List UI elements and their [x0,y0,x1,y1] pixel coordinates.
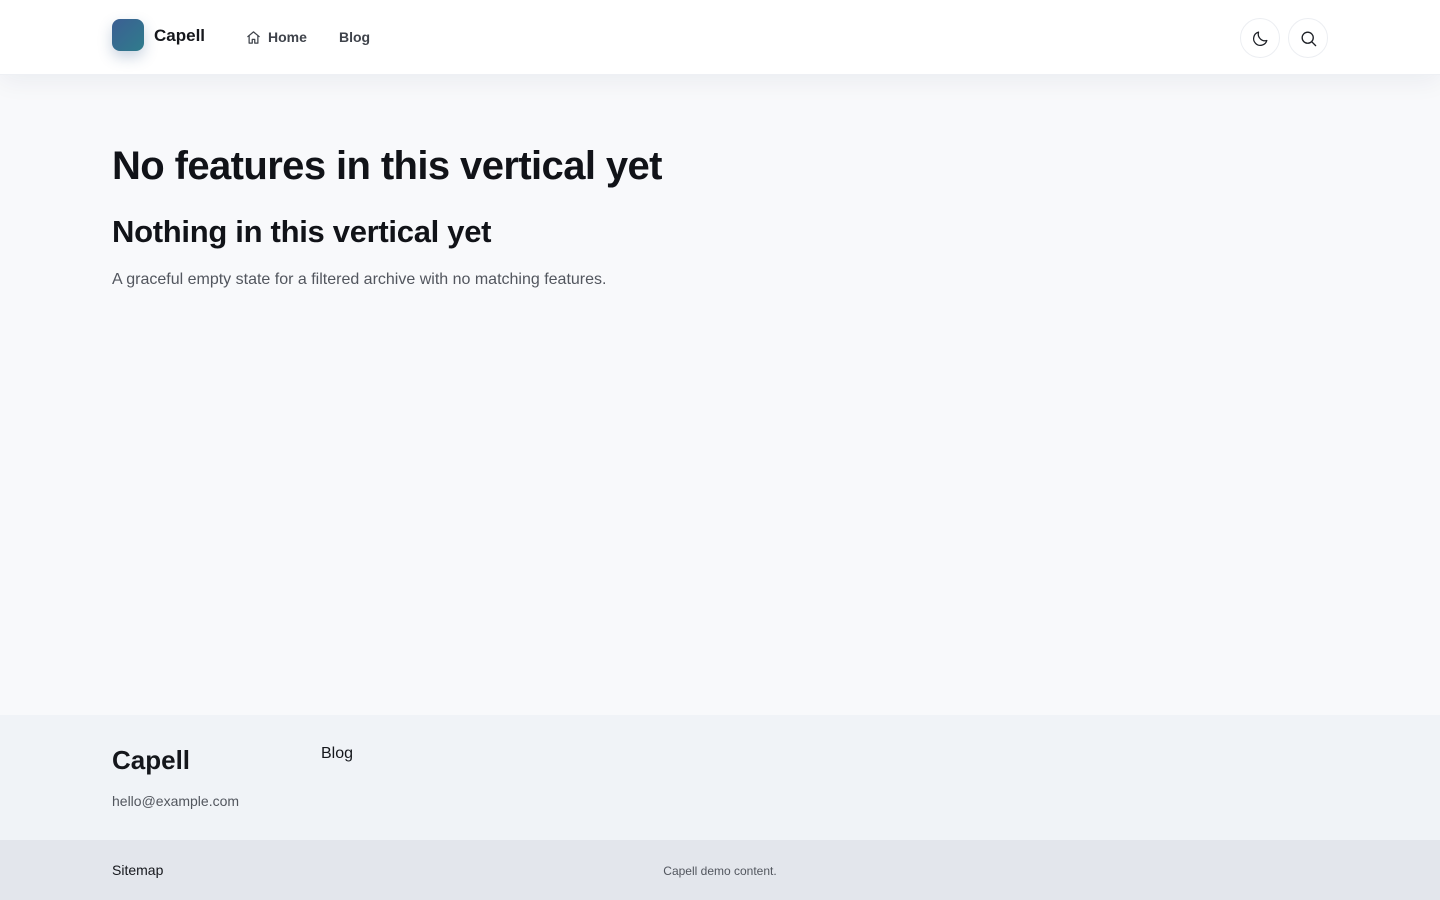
empty-state-description: A graceful empty state for a filtered ar… [112,271,607,288]
footer-email[interactable]: hello@example.com [112,792,239,810]
search-button[interactable] [1288,18,1328,58]
search-icon [1300,30,1316,46]
nav-blog-link[interactable]: Blog [339,28,370,46]
footer-brand: Capell [112,745,191,775]
nav-home-label: Home [268,29,307,45]
nav-home-link[interactable]: Home [246,28,307,46]
footer-bottom-bar: Sitemap Capell demo content. [0,840,1440,900]
brand-name[interactable]: Capell [154,26,205,46]
moon-icon [1252,31,1267,46]
theme-toggle-button[interactable] [1240,18,1280,58]
empty-state-heading: Nothing in this vertical yet [112,214,492,249]
page-title: No features in this vertical yet [112,144,662,188]
copyright-text: Capell demo content. [663,864,777,878]
site-header: Capell Home Blog [0,0,1440,75]
footer-blog-link[interactable]: Blog [321,744,353,764]
home-icon [247,30,260,44]
brand-logo[interactable] [112,19,144,51]
site-footer: Capell hello@example.com Blog [0,715,1440,840]
